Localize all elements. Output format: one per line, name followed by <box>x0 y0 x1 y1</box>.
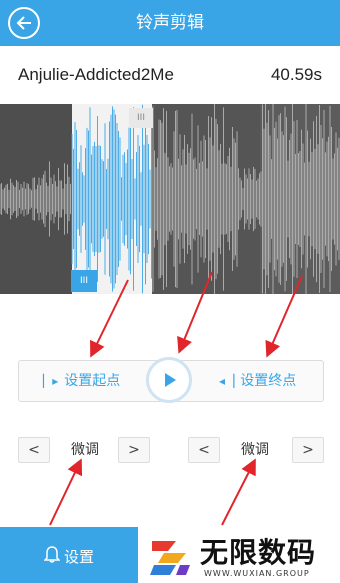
watermark-brand: 无限数码 <box>200 536 317 569</box>
bell-icon <box>44 546 60 563</box>
arrow-to-set-start <box>90 279 129 358</box>
arrow-to-set-end <box>265 275 303 358</box>
settings-label: 设置 <box>64 548 95 566</box>
watermark-url: WWW.WUXIAN.GROUP <box>204 569 310 578</box>
bottom-bar: 设置 无限数码 WWW.WUXIAN.GROUP <box>0 527 340 583</box>
arrow-to-fine-tune-end <box>221 458 256 526</box>
brand-logo-icon <box>150 541 190 575</box>
arrow-to-fine-tune-start <box>49 458 83 526</box>
settings-tab[interactable]: 设置 <box>0 527 138 583</box>
watermark: 无限数码 WWW.WUXIAN.GROUP <box>138 527 340 583</box>
arrow-to-play <box>177 271 213 354</box>
annotation-arrows <box>49 271 303 526</box>
